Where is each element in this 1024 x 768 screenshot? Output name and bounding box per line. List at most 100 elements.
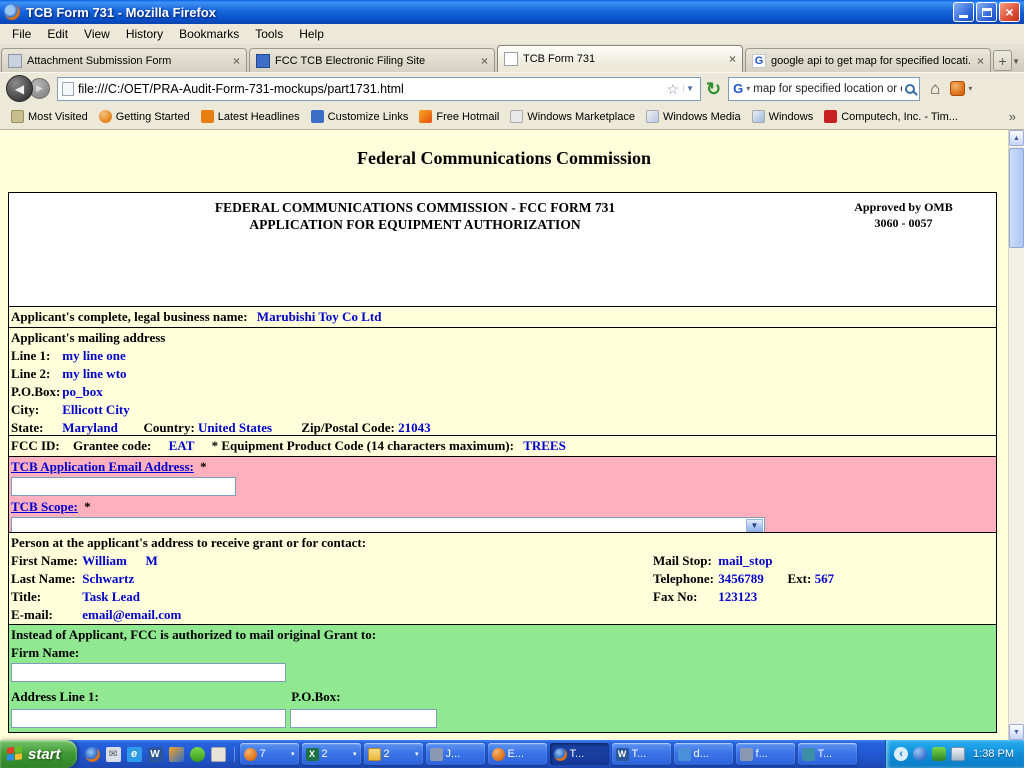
tray-collapse-icon[interactable]: ‹ xyxy=(894,747,908,761)
menu-history[interactable]: History xyxy=(118,25,171,43)
scroll-up-icon[interactable]: ▲ xyxy=(1009,130,1024,146)
taskbar-group-button-folders[interactable]: 2 ▾ xyxy=(364,743,423,765)
window-titlebar[interactable]: TCB Form 731 - Mozilla Firefox × xyxy=(0,0,1024,24)
tab-close-icon[interactable]: × xyxy=(977,55,984,67)
email-value: email@email.com xyxy=(82,607,181,622)
app-group-icon xyxy=(244,748,257,761)
email-label: E-mail: xyxy=(11,606,79,624)
close-button[interactable]: × xyxy=(999,2,1020,22)
required-asterisk: * xyxy=(200,459,207,474)
windows-icon xyxy=(510,110,523,123)
search-engine-dropdown-icon[interactable]: ▾ xyxy=(746,84,750,93)
tray-shield-icon[interactable] xyxy=(932,747,946,761)
address-line2-row: Line 2: my line wto xyxy=(11,365,994,383)
maximize-button[interactable] xyxy=(976,2,997,22)
fax-value: 123123 xyxy=(718,589,757,604)
taskbar-button-d[interactable]: d... xyxy=(674,743,733,765)
tray-network-icon[interactable] xyxy=(951,747,965,761)
pobox-label: P.O.Box: xyxy=(11,383,59,401)
url-input[interactable] xyxy=(78,78,663,100)
app-icon xyxy=(802,748,815,761)
bookmark-free-hotmail[interactable]: Free Hotmail xyxy=(414,108,504,125)
tab-tcb-form-731[interactable]: TCB Form 731 × xyxy=(497,45,743,72)
minimize-button[interactable] xyxy=(953,2,974,22)
taskbar-button-t[interactable]: T... xyxy=(798,743,857,765)
media-player-quicklaunch-icon[interactable] xyxy=(169,747,184,762)
bookmarks-overflow-icon[interactable]: » xyxy=(1009,109,1018,124)
start-button[interactable]: start xyxy=(0,740,77,768)
taskbar-group-button-excel[interactable]: X 2 ▾ xyxy=(302,743,361,765)
back-button[interactable]: ◀ xyxy=(6,75,33,102)
taskbar-group-button-1[interactable]: 7 ▾ xyxy=(240,743,299,765)
bookmark-windows-marketplace[interactable]: Windows Marketplace xyxy=(505,108,640,125)
tab-attachment-submission-form[interactable]: Attachment Submission Form × xyxy=(1,48,247,72)
computech-icon xyxy=(824,110,837,123)
grant-pobox-input[interactable] xyxy=(290,709,437,728)
home-button[interactable]: ⌂ xyxy=(930,80,940,97)
tray-update-icon[interactable] xyxy=(913,747,927,761)
reload-button[interactable]: ↻ xyxy=(706,80,721,98)
app-menu-button[interactable]: ▾ xyxy=(950,81,972,96)
media-icon xyxy=(646,110,659,123)
bookmark-customize-links[interactable]: Customize Links xyxy=(306,108,414,125)
mail-quicklaunch-icon[interactable]: ✉ xyxy=(106,747,121,762)
firm-name-input[interactable] xyxy=(11,663,286,682)
bookmark-most-visited[interactable]: Most Visited xyxy=(6,108,93,125)
first-name-value: William xyxy=(82,552,142,570)
grantee-code-label: Grantee code: xyxy=(73,438,151,453)
tab-fcc-tcb-filing-site[interactable]: FCC TCB Electronic Filing Site × xyxy=(249,48,495,72)
tab-close-icon[interactable]: × xyxy=(233,55,240,67)
menu-help[interactable]: Help xyxy=(291,25,332,43)
telephone-value: 3456789 xyxy=(718,570,784,588)
word-quicklaunch-icon[interactable]: W xyxy=(148,747,163,762)
select-dropdown-icon[interactable]: ▼ xyxy=(746,519,763,532)
title-value: Task Lead xyxy=(82,589,140,604)
bookmark-latest-headlines[interactable]: Latest Headlines xyxy=(196,108,305,125)
business-name-label: Applicant's complete, legal business nam… xyxy=(11,309,248,324)
tab-google-api-map[interactable]: G google api to get map for specified lo… xyxy=(745,48,991,72)
menu-file[interactable]: File xyxy=(4,25,39,43)
task-button-label: d... xyxy=(694,748,729,760)
tab-label: google api to get map for specified loca… xyxy=(771,55,972,67)
bookmark-windows[interactable]: Windows xyxy=(747,108,819,125)
grant-address1-input[interactable] xyxy=(11,709,286,728)
word-icon: W xyxy=(616,748,629,761)
first-name-row: First Name: William M xyxy=(11,552,994,570)
taskbar-button-j[interactable]: J... xyxy=(426,743,485,765)
bookmark-windows-media[interactable]: Windows Media xyxy=(641,108,746,125)
firefox-quicklaunch-icon[interactable] xyxy=(85,747,100,762)
app-icon xyxy=(740,748,753,761)
search-input[interactable] xyxy=(753,78,902,100)
bookmark-computech[interactable]: Computech, Inc. - Tim... xyxy=(819,108,963,125)
search-icon[interactable] xyxy=(905,84,915,94)
messenger-quicklaunch-icon[interactable] xyxy=(190,747,205,762)
scroll-down-icon[interactable]: ▼ xyxy=(1009,724,1024,740)
vertical-scrollbar[interactable]: ▲ ▼ xyxy=(1008,130,1024,740)
grant-mail-section: Instead of Applicant, FCC is authorized … xyxy=(9,624,996,732)
url-bar[interactable]: ☆ ▼ xyxy=(57,77,701,101)
tcb-email-input[interactable] xyxy=(11,477,236,496)
bookmark-star-icon[interactable]: ☆ xyxy=(667,82,680,96)
tcb-scope-select[interactable]: ▼ xyxy=(11,517,765,532)
new-tab-button[interactable]: + xyxy=(993,50,1012,71)
bookmark-getting-started[interactable]: Getting Started xyxy=(94,108,195,125)
omb-line2: 3060 - 0057 xyxy=(819,215,988,231)
list-all-tabs-icon[interactable]: ▼ xyxy=(1012,57,1020,66)
folder-icon xyxy=(368,748,381,761)
menu-edit[interactable]: Edit xyxy=(39,25,76,43)
menu-tools[interactable]: Tools xyxy=(247,25,291,43)
business-name-section: Applicant's complete, legal business nam… xyxy=(9,306,996,327)
menu-bookmarks[interactable]: Bookmarks xyxy=(171,25,247,43)
url-history-dropdown-icon[interactable]: ▼ xyxy=(683,84,696,93)
taskbar-button-tcb-form-active[interactable]: T... xyxy=(550,743,609,765)
scrollbar-thumb[interactable] xyxy=(1009,148,1024,248)
tab-close-icon[interactable]: × xyxy=(481,55,488,67)
show-desktop-icon[interactable] xyxy=(211,747,226,762)
search-bar[interactable]: G ▾ xyxy=(728,77,920,101)
menu-view[interactable]: View xyxy=(76,25,118,43)
taskbar-button-f[interactable]: f... xyxy=(736,743,795,765)
taskbar-button-e[interactable]: E... xyxy=(488,743,547,765)
taskbar-button-word[interactable]: W T... xyxy=(612,743,671,765)
ie-quicklaunch-icon[interactable]: e xyxy=(127,747,142,762)
tab-close-icon[interactable]: × xyxy=(729,53,736,65)
